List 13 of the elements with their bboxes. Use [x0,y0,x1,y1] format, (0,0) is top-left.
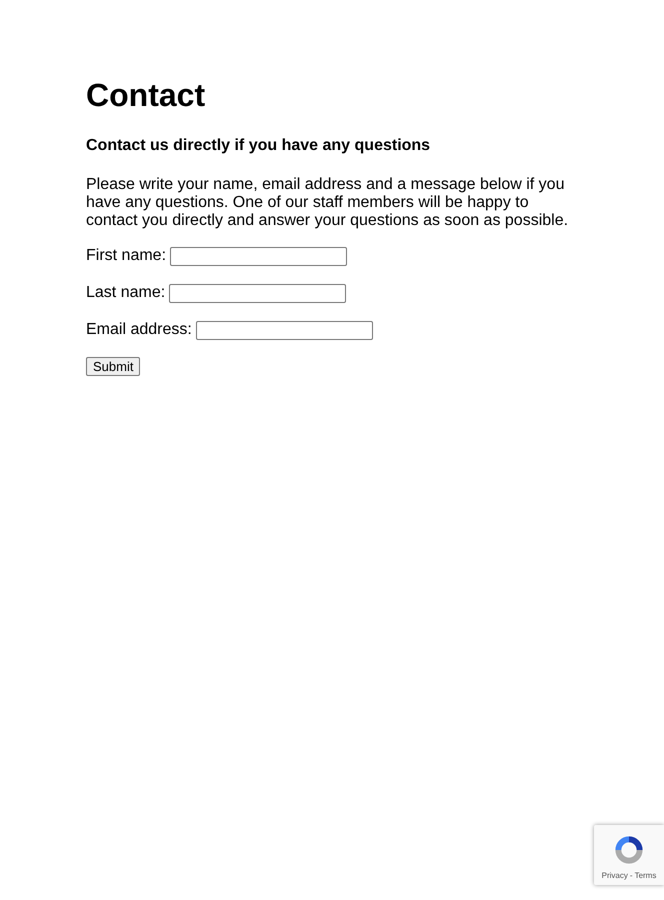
input-field[interactable] [169,284,346,302]
field-label: Email address: [86,320,192,340]
intro-paragraph: Please write your name, email address and a message below if you have any questions. One of our staff members will be happy to contact you directly and answer your questions as soon as possible. [86,176,570,230]
input-field[interactable] [196,320,373,340]
submit-button[interactable]: Submit [86,357,140,376]
page-title: Contact [86,77,206,114]
input-field[interactable] [170,246,348,266]
field-label: Last name: [86,283,166,303]
subheading: Contact us directly if you have any questions [86,137,432,155]
privacy-link[interactable]: Privacy [602,871,628,880]
terms-link[interactable]: Terms [634,871,656,880]
separator: - [630,871,633,880]
field-label: First name: [86,246,166,266]
